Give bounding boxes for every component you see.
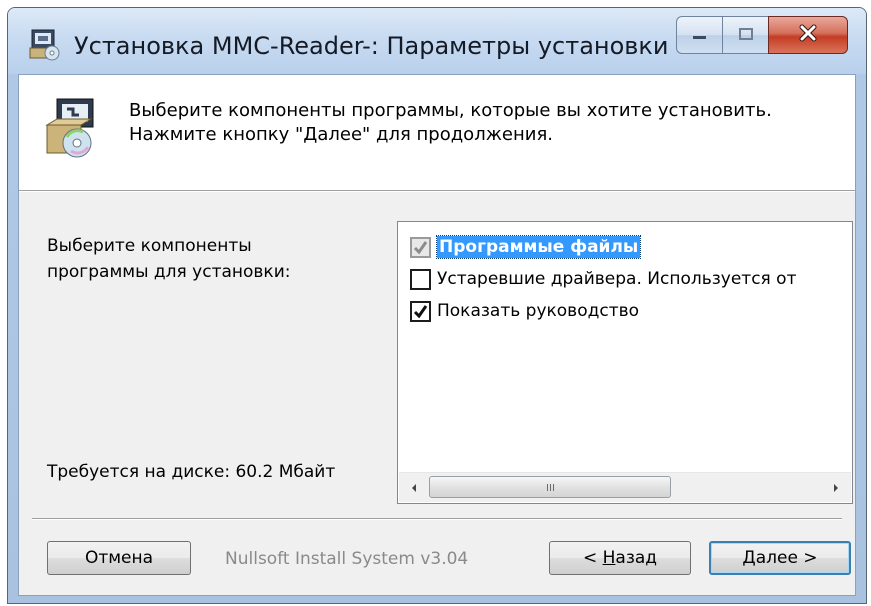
component-program-files[interactable]: Программые файлы [410,233,642,261]
scroll-right-button[interactable] [821,473,851,502]
components-label-line-2: программы для установки: [47,262,291,282]
component-label: Устаревшие драйвера. Используется от [437,269,797,289]
back-rest: азад [615,548,658,568]
maximize-icon [738,26,754,45]
back-prefix: < [582,548,603,568]
client-area: Выберите компоненты программы, которые в… [18,74,856,596]
component-label: Показать руководство [437,301,640,321]
nsis-branding: Nullsoft Install System v3.04 [225,549,469,569]
minimize-button[interactable] [676,16,722,54]
components-label: Выберите компоненты программы для устано… [47,233,290,285]
scroll-left-button[interactable] [399,473,429,502]
maximize-button[interactable] [722,16,768,54]
back-button[interactable]: < Назад [549,541,691,575]
title-bar[interactable]: Установка MMC-Reader-: Параметры установ… [8,8,866,74]
component-legacy-drivers[interactable]: Устаревшие драйвера. Используется от [410,265,796,293]
close-button[interactable] [768,16,848,54]
header-panel: Выберите компоненты программы, которые в… [19,75,855,191]
footer-divider-highlight [32,519,842,520]
header-divider [19,191,855,192]
disk-space-label: Требуется на диске: 60.2 Мбайт [47,462,336,482]
header-line-1: Выберите компоненты программы, которые в… [129,100,772,121]
components-tree[interactable]: Программые файлы Устаревшие драйвера. Ис… [397,221,853,504]
horizontal-scrollbar[interactable] [399,472,851,502]
components-label-line-1: Выберите компоненты [47,236,252,256]
cancel-button[interactable]: Отмена [47,541,191,575]
checkbox-program-files[interactable] [410,236,431,258]
next-mnemonic: Д [742,548,756,568]
back-mnemonic: Н [602,548,616,568]
window-title: Установка MMC-Reader-: Параметры установ… [74,32,669,60]
scrollbar-thumb[interactable] [429,476,671,498]
header-line-2: Нажмите кнопку "Далее" для продолжения. [129,124,554,145]
next-button[interactable]: Далее > [709,541,851,575]
minimize-icon [692,26,708,45]
installer-icon [28,28,62,62]
component-show-manual[interactable]: Показать руководство [410,297,639,325]
next-rest: алее > [755,548,818,568]
arrow-left-icon [410,478,418,497]
checkbox-show-manual[interactable] [410,300,431,322]
grip-icon [546,483,554,491]
arrow-right-icon [832,478,840,497]
component-label: Программые файлы [435,235,642,259]
close-icon [798,24,818,46]
checkbox-legacy-drivers[interactable] [410,268,431,290]
software-box-cd-icon [43,95,103,159]
installer-window: Установка MMC-Reader-: Параметры установ… [7,7,867,604]
caption-buttons [676,16,848,54]
header-description: Выберите компоненты программы, которые в… [129,99,772,147]
